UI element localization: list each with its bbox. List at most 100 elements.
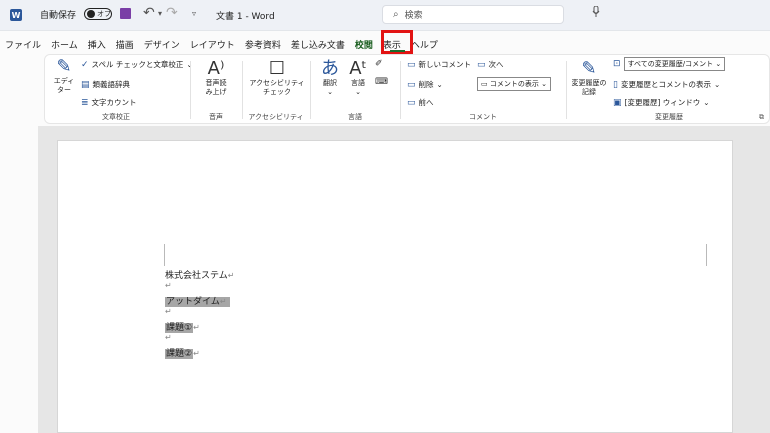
selected-line-text: 課題② — [165, 349, 194, 359]
track-changes-button[interactable]: ✎ 変更履歴の 記録 — [569, 59, 609, 97]
paragraph-mark: ↵ — [227, 271, 235, 280]
delete-comment-button[interactable]: ▭ 削除 ⌄ — [407, 79, 443, 90]
line-text: 課題① — [166, 323, 193, 333]
read-aloud-button[interactable]: A⁾ 音声読 み上げ — [199, 59, 233, 97]
document-page[interactable] — [57, 140, 733, 433]
accessibility-check-icon: ☐ — [268, 58, 286, 79]
tab-file[interactable]: ファイル — [0, 38, 46, 51]
chevron-down-icon: ⌄ — [541, 80, 547, 88]
markup-dropdown-value: すべての変更履歴/コメント — [627, 60, 714, 68]
show-markup-button[interactable]: ▯ 変更履歴とコメントの表示 ⌄ — [613, 79, 720, 90]
tab-draw[interactable]: 描画 — [111, 38, 139, 51]
language-button[interactable]: Aᵗ 言語 ⌄ — [345, 59, 371, 97]
autosave-state: オフ — [97, 10, 111, 18]
word-logo-icon: W — [10, 9, 22, 21]
chevron-down-icon: ⌄ — [327, 88, 333, 96]
reviewing-pane-icon: ▣ — [613, 97, 622, 108]
speech-group-label: 音声 — [209, 113, 223, 121]
previous-comment-icon: ▭ — [407, 97, 416, 108]
ribbon-divider — [566, 61, 567, 119]
margin-corner-right — [706, 244, 707, 266]
comments-group-label: コメント — [469, 113, 497, 121]
previous-comment-button[interactable]: ▭ 前へ — [407, 97, 434, 108]
paragraph-mark: ↵ — [165, 307, 172, 316]
read-aloud-label: 音声読 み上げ — [205, 79, 227, 96]
track-changes-icon: ✎ — [581, 58, 597, 79]
reviewing-pane-button[interactable]: ▣ [変更履歴] ウィンドウ ⌄ — [613, 97, 710, 108]
chevron-down-icon: ⌄ — [713, 80, 721, 89]
doc-line[interactable]: 株式会社ステム↵ — [165, 268, 234, 281]
check-accessibility-button[interactable]: ☐ アクセシビリティ チェック — [249, 59, 305, 97]
next-comment-label: 次へ — [488, 60, 504, 69]
tab-references[interactable]: 参考資料 — [240, 38, 286, 51]
search-input[interactable]: ⌕ 検索 — [382, 5, 564, 24]
markup-dropdown[interactable]: すべての変更履歴/コメント ⌄ — [623, 57, 726, 71]
selected-line-text: アットダイム↵ — [165, 297, 231, 307]
tab-design[interactable]: デザイン — [139, 38, 185, 51]
group-comments: ▭ 新しいコメント ▭ 次へ ▭ 削除 ⌄ ▭ 前へ ▭ コメントの表示 ⌄ コ… — [403, 55, 563, 125]
doc-line[interactable]: ↵ — [165, 307, 172, 317]
dictate-mic-icon[interactable] — [592, 6, 600, 17]
spell-check-icon: ✓ — [81, 59, 89, 70]
keyboard-icon[interactable]: ⌨ — [375, 77, 388, 87]
redo-icon[interactable]: ↷ — [166, 5, 178, 21]
undo-icon[interactable]: ↶ — [143, 5, 155, 21]
language-icon: Aᵗ — [349, 58, 367, 79]
group-accessibility: ☐ アクセシビリティ チェック アクセシビリティ — [245, 55, 307, 125]
save-icon[interactable] — [120, 8, 131, 19]
document-title: 文書 1 - Word — [216, 12, 275, 22]
word-count-icon: ≣ — [81, 97, 89, 108]
line-text: 株式会社ステム — [165, 271, 228, 281]
accessibility-group-label: アクセシビリティ — [248, 113, 304, 121]
tab-home[interactable]: ホーム — [46, 38, 83, 51]
show-markup-label: 変更履歴とコメントの表示 — [620, 80, 711, 89]
doc-line[interactable]: 課題①↵ — [165, 320, 200, 333]
thesaurus-label: 類義語辞典 — [92, 80, 131, 89]
show-comments-label: コメントの表示 — [489, 80, 539, 88]
read-aloud-icon: A⁾ — [207, 58, 225, 79]
delete-comment-icon: ▭ — [407, 79, 416, 90]
tab-review[interactable]: 校閲 — [350, 38, 378, 51]
translate-button[interactable]: あ 翻訳 ⌄ — [317, 59, 343, 97]
margin-corner-left — [164, 244, 165, 266]
thesaurus-icon: ▤ — [81, 79, 90, 90]
dialog-launcher-icon[interactable]: ⧉ — [759, 113, 764, 122]
thesaurus-button[interactable]: ▤ 類義語辞典 — [81, 79, 130, 90]
spelling-grammar-button[interactable]: ✓ スペル チェックと文章校正 ⌄ — [81, 59, 193, 70]
active-tab-underline — [390, 50, 405, 52]
markup-display-control[interactable]: ⊡ すべての変更履歴/コメント ⌄ — [613, 57, 726, 71]
doc-line[interactable]: アットダイム↵ — [165, 294, 231, 307]
autosave-toggle[interactable]: オフ — [84, 8, 112, 20]
doc-line[interactable]: ↵ — [165, 333, 172, 343]
ribbon-divider — [310, 61, 311, 119]
search-placeholder: 検索 — [404, 11, 423, 21]
group-tracking: ✎ 変更履歴の 記録 ⊡ すべての変更履歴/コメント ⌄ ▯ 変更履歴とコメント… — [569, 55, 769, 125]
spell-label: スペル チェックと文章校正 — [91, 60, 184, 69]
editor-pen-icon: ✎ — [56, 56, 72, 77]
customize-qat-icon[interactable]: ▿ — [192, 9, 196, 18]
show-comments-button[interactable]: ▭ コメントの表示 ⌄ — [477, 77, 551, 91]
word-count-button[interactable]: ≣ 文字カウント — [81, 97, 137, 108]
tracking-group-label: 変更履歴 — [655, 113, 683, 121]
new-comment-label: 新しいコメント — [418, 60, 472, 69]
title-bar: W 自動保存 オフ ↶ ▾ ↷ ▿ 文書 1 - Word ⌕ 検索 — [0, 0, 770, 31]
group-language: あ 翻訳 ⌄ Aᵗ 言語 ⌄ ✐ ⌨ 言語 — [313, 55, 397, 125]
tab-insert[interactable]: 挿入 — [83, 38, 111, 51]
ime-icon[interactable]: ✐ — [375, 59, 383, 69]
chevron-down-icon: ⌄ — [715, 60, 722, 68]
next-comment-button[interactable]: ▭ 次へ — [477, 59, 504, 70]
delete-comment-label: 削除 — [418, 80, 434, 89]
reviewing-pane-label: [変更履歴] ウィンドウ — [624, 98, 701, 107]
ribbon-divider — [190, 61, 191, 119]
tab-layout[interactable]: レイアウト — [185, 38, 240, 51]
doc-line[interactable]: ↵ — [165, 281, 172, 291]
group-proofing: ✎ エディ ター ✓ スペル チェックと文章校正 ⌄ ▤ 類義語辞典 ≣ 文字カ… — [45, 55, 193, 125]
editor-button[interactable]: ✎ エディ ター — [51, 57, 77, 95]
undo-dropdown-icon[interactable]: ▾ — [158, 9, 162, 18]
paragraph-mark: ↵ — [165, 281, 172, 290]
accessibility-label: アクセシビリティ チェック — [249, 79, 305, 96]
doc-line[interactable]: 課題②↵ — [165, 346, 200, 359]
ribbon-divider — [400, 61, 401, 119]
tab-mailings[interactable]: 差し込み文書 — [286, 38, 350, 51]
new-comment-button[interactable]: ▭ 新しいコメント — [407, 59, 471, 70]
